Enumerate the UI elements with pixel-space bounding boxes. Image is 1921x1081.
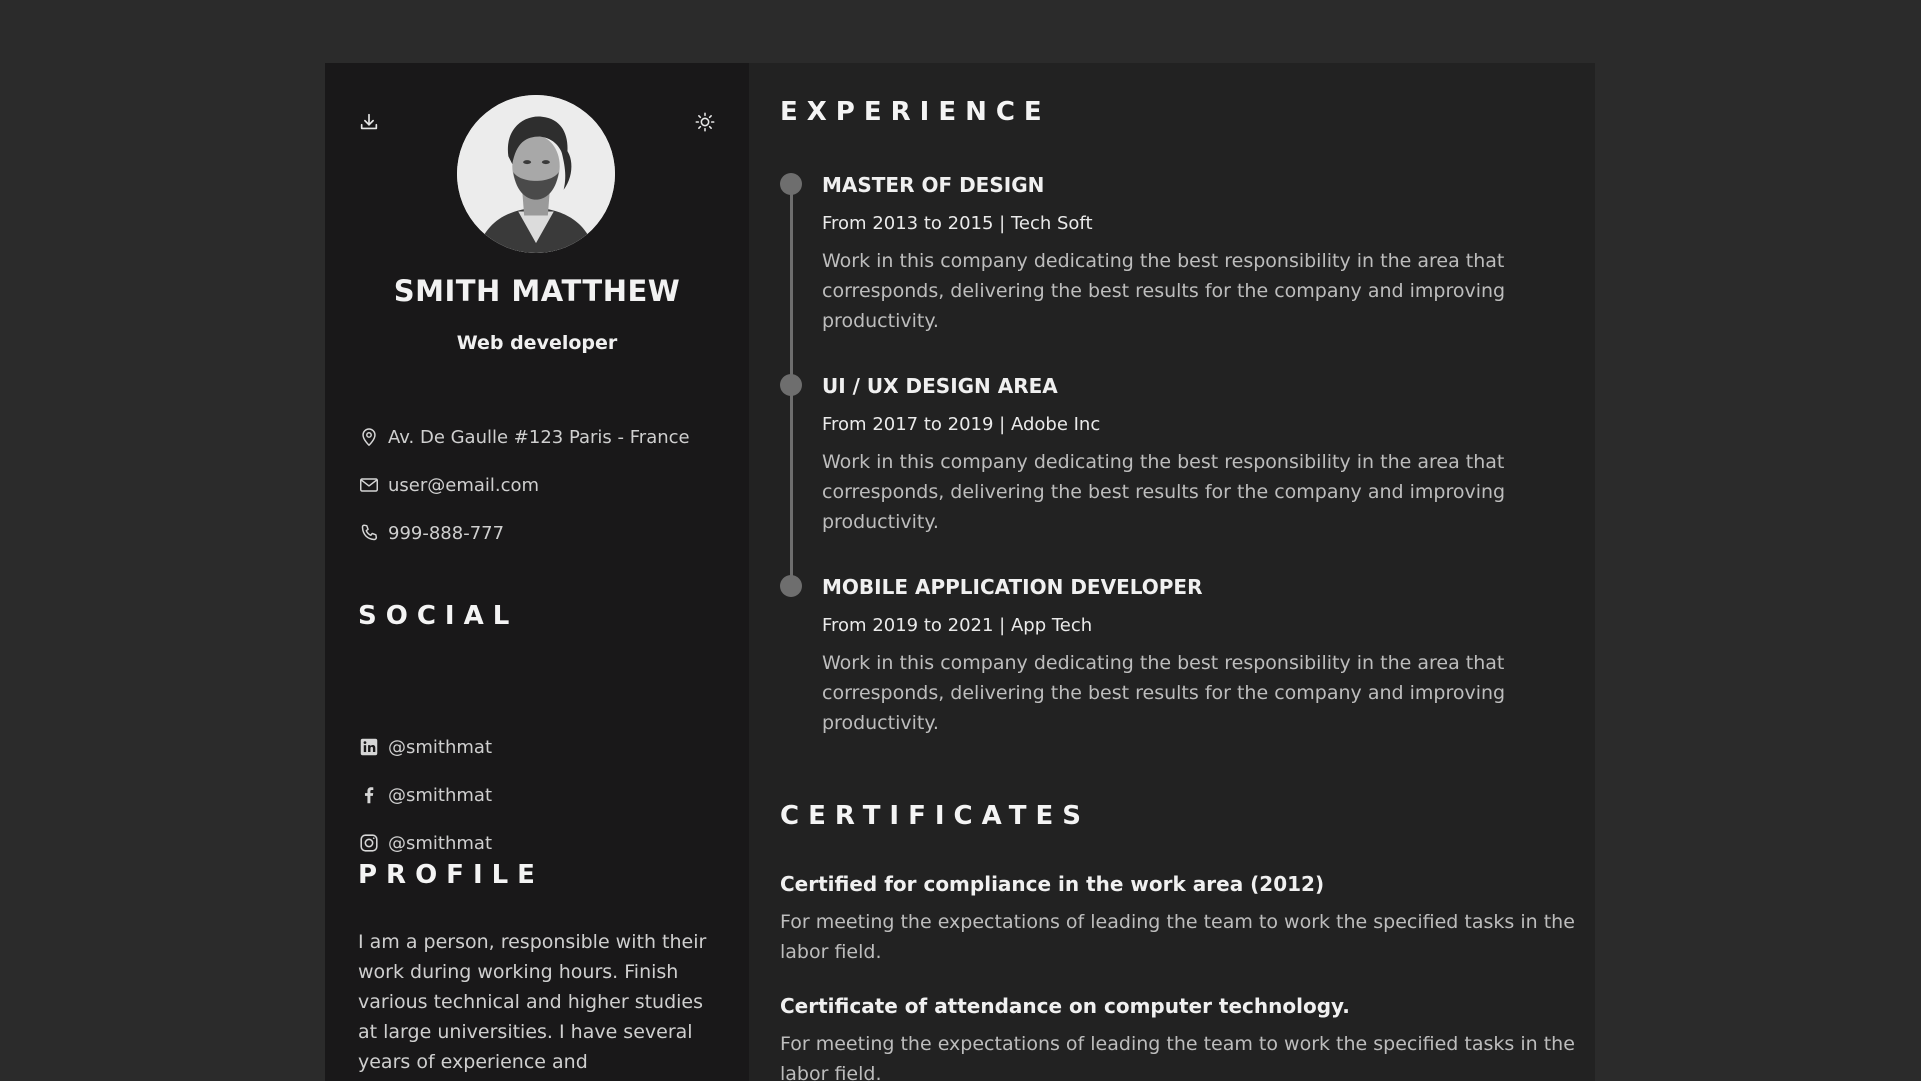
resume: SMITH MATTHEW Web developer Av. De Gaull…: [325, 63, 1595, 1081]
email-text[interactable]: user@email.com: [388, 475, 539, 496]
phone-text: 999-888-777: [388, 522, 505, 544]
facebook-handle: @smithmat: [388, 784, 493, 806]
person-name: SMITH MATTHEW: [393, 274, 681, 308]
person-role: Web developer: [456, 332, 618, 354]
certificate-item: Certificate of attendance on computer te…: [780, 991, 1580, 1081]
timeline-dot: [780, 374, 802, 396]
timeline-dot: [780, 173, 802, 195]
job-title: UI / UX DESIGN AREA: [822, 374, 1058, 398]
certificate-name: Certificate of attendance on computer te…: [780, 994, 1350, 1018]
job-meta: From 2013 to 2015 | Tech Soft: [822, 213, 1093, 234]
social-item-linkedin[interactable]: @smithmat: [358, 723, 492, 771]
timeline-dot: [780, 575, 802, 597]
experience-timeline: MASTER OF DESIGN From 2013 to 2015 | Tec…: [780, 171, 1580, 774]
mail-icon: [358, 473, 382, 497]
profile-heading: PROFILE: [358, 860, 544, 890]
contact-list: Av. De Gaulle #123 Paris - France user@e…: [358, 413, 690, 557]
resume-sidebar: SMITH MATTHEW Web developer Av. De Gaull…: [325, 63, 749, 1081]
download-icon[interactable]: [355, 108, 383, 136]
avatar: [457, 95, 615, 253]
contact-phone: 999-888-777: [358, 509, 690, 557]
job-title: MOBILE APPLICATION DEVELOPER: [822, 575, 1203, 599]
social-item-facebook[interactable]: @smithmat: [358, 771, 492, 819]
certificate-name: Certified for compliance in the work are…: [780, 872, 1325, 896]
job-meta: From 2019 to 2021 | App Tech: [822, 615, 1093, 636]
profile-text: I am a person, responsible with their wo…: [358, 931, 707, 1073]
linkedin-handle: @smithmat: [388, 736, 493, 758]
experience-item: MASTER OF DESIGN From 2013 to 2015 | Tec…: [780, 171, 1580, 372]
certificate-description: For meeting the expectations of leading …: [780, 911, 1575, 963]
job-description: Work in this company dedicating the best…: [822, 250, 1506, 332]
contact-email: user@email.com: [358, 461, 690, 509]
location-pin-icon: [358, 425, 382, 449]
instagram-handle: @smithmat: [388, 832, 493, 854]
social-list: @smithmat @smithmat @smithmat: [358, 723, 492, 867]
certificates-heading: CERTIFICATES: [780, 801, 1090, 831]
social-heading: SOCIAL: [358, 601, 519, 631]
job-title: MASTER OF DESIGN: [822, 173, 1045, 197]
instagram-icon: [358, 831, 382, 855]
address-text: Av. De Gaulle #123 Paris - France: [388, 426, 690, 448]
job-description: Work in this company dedicating the best…: [822, 451, 1506, 533]
sun-icon[interactable]: [691, 108, 719, 136]
contact-address: Av. De Gaulle #123 Paris - France: [358, 413, 690, 461]
phone-icon: [358, 521, 382, 545]
resume-main: EXPERIENCE MASTER OF DESIGN From 2013 to…: [749, 63, 1595, 1081]
certificate-item: Certified for compliance in the work are…: [780, 869, 1580, 967]
certificates-list: Certified for compliance in the work are…: [780, 869, 1580, 1081]
linkedin-icon: [358, 735, 382, 759]
experience-item: MOBILE APPLICATION DEVELOPER From 2019 t…: [780, 573, 1580, 774]
facebook-icon: [358, 783, 382, 807]
job-description: Work in this company dedicating the best…: [822, 652, 1506, 734]
certificate-description: For meeting the expectations of leading …: [780, 1033, 1575, 1081]
job-meta: From 2017 to 2019 | Adobe Inc: [822, 414, 1101, 435]
experience-heading: EXPERIENCE: [780, 97, 1051, 127]
experience-item: UI / UX DESIGN AREA From 2017 to 2019 | …: [780, 372, 1580, 573]
